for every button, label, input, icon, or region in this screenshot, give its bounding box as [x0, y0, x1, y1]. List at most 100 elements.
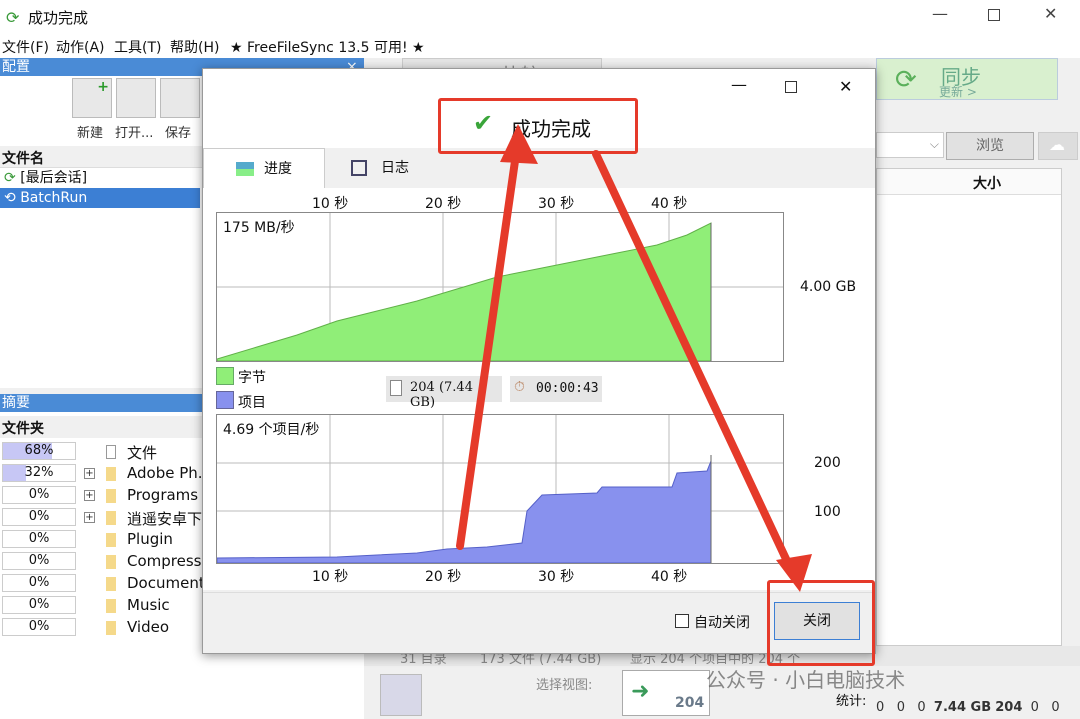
bytes-legend-swatch [216, 367, 234, 385]
summary-folder-name[interactable]: Video [127, 618, 169, 636]
folder-icon [106, 599, 116, 613]
summary-percent: 0% [2, 574, 76, 592]
minimize-icon[interactable]: — [932, 4, 948, 23]
time-tick: 10 秒 [312, 569, 349, 585]
log-view-button[interactable] [380, 674, 422, 716]
time-tick: 30 秒 [538, 569, 575, 585]
folder-column-header[interactable]: 文件夹 [0, 416, 202, 438]
file-icon [390, 380, 402, 396]
folder-path-input[interactable]: ⌵ [876, 132, 944, 158]
close-icon[interactable]: ✕ [1044, 4, 1057, 23]
percent-value: 0% [28, 575, 50, 590]
sync-sub-label: 更新 > [939, 85, 977, 99]
stat-items: 204 [995, 700, 1023, 715]
config-item-last-session[interactable]: ⟳ [最后会话] [0, 168, 200, 188]
summary-folder-name[interactable]: Document [127, 574, 205, 592]
expand-icon[interactable]: + [84, 490, 95, 501]
arrow-right-icon: ➜ [631, 679, 650, 704]
percent-fill [3, 465, 27, 481]
items-legend-swatch [216, 391, 234, 409]
percent-value: 0% [28, 553, 50, 568]
file-icon [106, 445, 116, 459]
percent-value: 0% [28, 619, 50, 634]
sync-button[interactable]: ⟳ 同步 更新 > [876, 58, 1058, 100]
time-tick: 20 秒 [425, 569, 462, 585]
new-config-button[interactable]: + [72, 78, 112, 118]
bytes-rate: 175 MB/秒 [223, 220, 295, 236]
watermark-text: 公众号 · 小白电脑技术 [706, 668, 906, 692]
tab-log[interactable]: 日志 [325, 148, 439, 188]
summary-folder-name[interactable]: 文件 [127, 442, 157, 463]
bytes-legend-label: 字节 [238, 370, 266, 386]
time-tick: 40 秒 [651, 196, 688, 212]
bytes-graph: 175 MB/秒 [216, 212, 784, 362]
summary-folder-name[interactable]: Adobe Ph... [127, 464, 212, 482]
menu-help[interactable]: 帮助(H) [170, 37, 219, 57]
folder-icon [106, 621, 116, 635]
summary-header-label: 摘要 [2, 395, 30, 411]
cloud-button[interactable]: ☁ [1038, 132, 1078, 160]
time-tick: 10 秒 [312, 196, 349, 212]
size-column-header[interactable]: 大小 [877, 169, 1061, 195]
size-column-label: 大小 [973, 176, 1001, 192]
time-tick: 20 秒 [425, 196, 462, 212]
dialog-minimize-icon[interactable]: — [731, 75, 747, 94]
scrollbar[interactable] [1062, 168, 1080, 646]
menu-file[interactable]: 文件(F) [2, 37, 49, 57]
folder-icon [106, 489, 116, 503]
auto-close-checkbox[interactable] [675, 614, 689, 628]
summary-folder-name[interactable]: 逍遥安卓下 [127, 508, 202, 529]
sync-icon: ⟳ [4, 170, 16, 186]
summary-folder-name[interactable]: Music [127, 596, 170, 614]
summary-folder-name[interactable]: Programs [127, 486, 198, 504]
config-item-batchrun[interactable]: ⟲ BatchRun [0, 188, 200, 208]
expand-icon[interactable]: + [84, 512, 95, 523]
file-stat-value: 204 (7.44 GB) [410, 380, 473, 410]
cloud-icon: ☁ [1049, 135, 1065, 154]
dialog-close-icon[interactable]: ✕ [839, 77, 852, 96]
stat-value: 0 [896, 700, 905, 715]
items-area [217, 460, 712, 563]
open-config-button[interactable] [116, 78, 156, 118]
stopwatch-icon: ⏱ [514, 379, 525, 395]
summary-folder-name[interactable]: Compresse [127, 552, 211, 570]
sync-big-icon: ⟳ [895, 65, 917, 95]
percent-value: 32% [24, 465, 54, 480]
menu-action[interactable]: 动作(A) [56, 37, 105, 57]
percent-value: 0% [28, 487, 50, 502]
folder-icon [106, 467, 116, 481]
browse-button[interactable]: 浏览 [946, 132, 1034, 160]
summary-percent: 0% [2, 530, 76, 548]
summary-percent: 32% [2, 464, 76, 482]
open-label: 打开... [115, 126, 154, 141]
summary-percent: 0% [2, 508, 76, 526]
percent-value: 0% [28, 531, 50, 546]
expand-icon[interactable]: + [84, 468, 95, 479]
update-available-link[interactable]: ★ FreeFileSync 13.5 可用! ★ [230, 37, 425, 57]
plus-icon: + [97, 79, 109, 95]
menu-tools[interactable]: 工具(T) [114, 37, 161, 57]
summary-percent: 0% [2, 486, 76, 504]
folder-icon [106, 533, 116, 547]
config-item-label: BatchRun [20, 190, 88, 206]
save-config-button[interactable] [160, 78, 200, 118]
right-file-grid[interactable]: 大小 [876, 168, 1062, 646]
tab-progress[interactable]: 进度 [203, 148, 325, 188]
folder-icon [106, 577, 116, 591]
maximize-icon[interactable] [988, 9, 1000, 21]
view-toggle-button[interactable]: ➜ 204 [622, 670, 710, 716]
stat-value: 0 [876, 700, 885, 715]
time-tick: 30 秒 [538, 196, 575, 212]
highlight-box-heading [438, 98, 638, 154]
folder-icon [106, 555, 116, 569]
view-count: 204 [675, 695, 705, 711]
dialog-maximize-icon[interactable] [785, 81, 797, 93]
tab-log-label: 日志 [381, 160, 409, 176]
highlight-box-close [767, 580, 875, 666]
summary-folder-name[interactable]: Plugin [127, 530, 173, 548]
filename-column-label: 文件名 [2, 151, 44, 167]
stat-bytes: 7.44 GB [933, 700, 992, 715]
percent-value: 68% [24, 443, 54, 458]
filename-column-header[interactable]: 文件名 [0, 146, 202, 168]
items-label-200: 200 [814, 455, 841, 471]
